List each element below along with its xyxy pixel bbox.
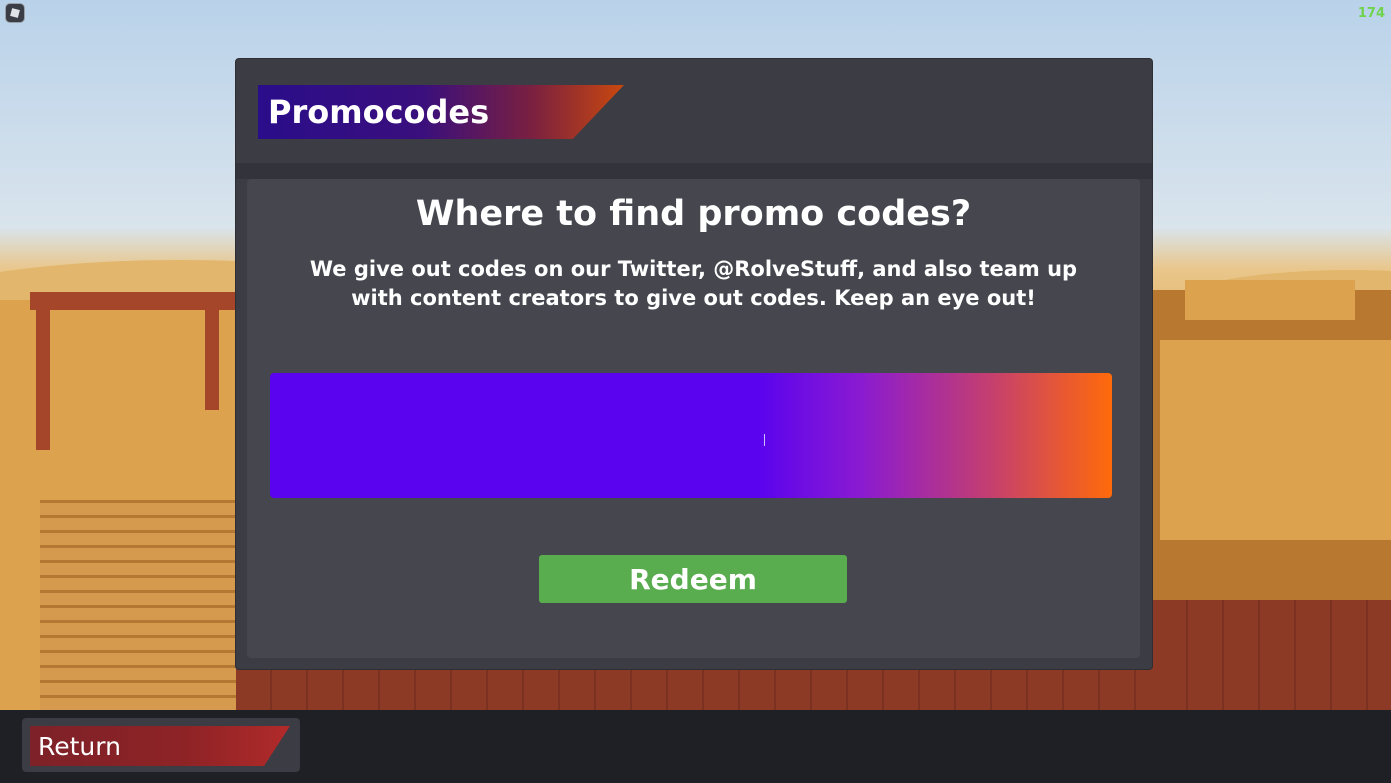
header-separator [236, 163, 1152, 179]
wooden-post [205, 300, 219, 410]
roblox-logo-icon[interactable] [6, 4, 24, 22]
wooden-post [36, 300, 50, 450]
info-heading: Where to find promo codes? [415, 194, 972, 234]
dialog-title: Promocodes [268, 93, 490, 131]
info-description: We give out codes on our Twitter, @Rolve… [309, 257, 1078, 310]
wooden-floor [1152, 600, 1391, 710]
content-panel: Where to find promo codes? We give out c… [247, 179, 1140, 658]
return-button[interactable] [30, 726, 290, 766]
building-wall [1160, 340, 1391, 540]
wooden-floor [236, 669, 1152, 710]
fps-counter: 174 [1357, 6, 1385, 21]
redeem-button[interactable]: Redeem [539, 555, 847, 603]
stairs [40, 500, 240, 710]
promo-code-input[interactable] [270, 373, 1112, 498]
building-roof [1185, 280, 1355, 320]
promocodes-dialog: Promocodes Where to find promo codes? We… [236, 59, 1152, 669]
